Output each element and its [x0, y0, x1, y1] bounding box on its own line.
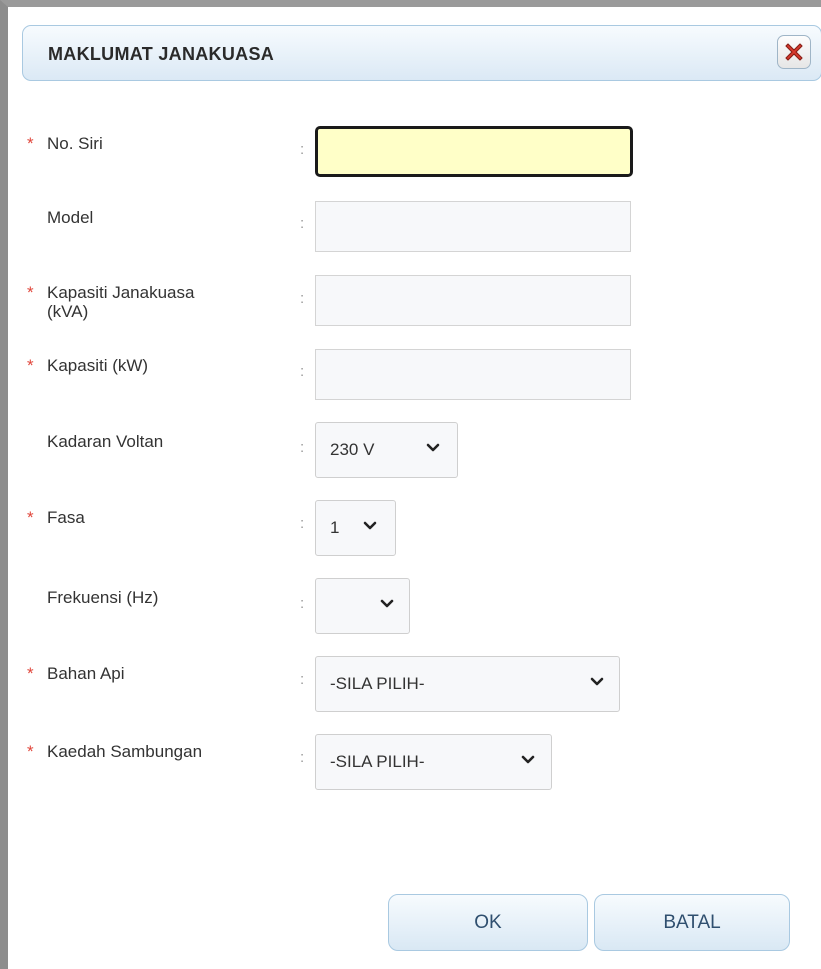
kaedah-sambungan-value: -SILA PILIH-	[330, 752, 425, 771]
dialog-titlebar: MAKLUMAT JANAKUASA	[22, 25, 821, 81]
model-input[interactable]	[315, 201, 631, 252]
fasa-select[interactable]: 1	[315, 500, 396, 556]
label-separator: :	[300, 141, 305, 158]
no-siri-input[interactable]	[315, 126, 633, 177]
label-fasa: Fasa	[47, 508, 85, 527]
label-separator: :	[300, 595, 305, 612]
frekuensi-select[interactable]	[315, 578, 410, 634]
label-kadaran-voltan: Kadaran Voltan	[47, 432, 164, 451]
chevron-down-icon	[380, 599, 394, 608]
required-marker: *	[27, 283, 34, 302]
label-separator: :	[300, 671, 305, 688]
kadaran-voltan-select[interactable]: 230 V	[315, 422, 458, 478]
label-kapasiti-janakuasa-line1: Kapasiti Janakuasa	[47, 283, 195, 302]
required-marker: *	[27, 664, 34, 683]
close-icon	[785, 43, 803, 61]
label-separator: :	[300, 749, 305, 766]
label-frekuensi: Frekuensi (Hz)	[47, 588, 159, 607]
dialog-title: MAKLUMAT JANAKUASA	[48, 44, 275, 64]
label-separator: :	[300, 290, 305, 307]
label-bahan-api: Bahan Api	[47, 664, 125, 683]
chevron-down-icon	[426, 443, 440, 452]
close-button[interactable]	[777, 35, 811, 69]
kapasiti-janakuasa-input[interactable]	[315, 275, 631, 326]
label-kapasiti-janakuasa-line2: (kVA)	[47, 302, 89, 321]
chevron-down-icon	[521, 755, 535, 764]
bahan-api-select[interactable]: -SILA PILIH-	[315, 656, 620, 712]
label-model: Model	[47, 208, 94, 227]
ok-button[interactable]: OK	[388, 894, 588, 951]
label-kapasiti-kw: Kapasiti (kW)	[47, 356, 149, 375]
kapasiti-kw-input[interactable]	[315, 349, 631, 400]
required-marker: *	[27, 356, 34, 375]
label-separator: :	[300, 215, 305, 232]
required-marker: *	[27, 508, 34, 527]
required-marker: *	[27, 742, 34, 761]
dialog-maklumat-janakuasa: MAKLUMAT JANAKUASA * No. Siri : Model : …	[0, 0, 821, 969]
label-kaedah-sambungan: Kaedah Sambungan	[47, 742, 203, 761]
batal-button[interactable]: BATAL	[594, 894, 790, 951]
label-no-siri: No. Siri	[47, 134, 103, 153]
fasa-value: 1	[330, 518, 340, 537]
bahan-api-value: -SILA PILIH-	[330, 674, 425, 693]
chevron-down-icon	[363, 521, 377, 530]
required-marker: *	[27, 134, 34, 153]
label-separator: :	[300, 515, 305, 532]
label-separator: :	[300, 363, 305, 380]
kadaran-voltan-value: 230 V	[330, 440, 375, 459]
chevron-down-icon	[590, 677, 604, 686]
label-separator: :	[300, 439, 305, 456]
kaedah-sambungan-select[interactable]: -SILA PILIH-	[315, 734, 552, 790]
